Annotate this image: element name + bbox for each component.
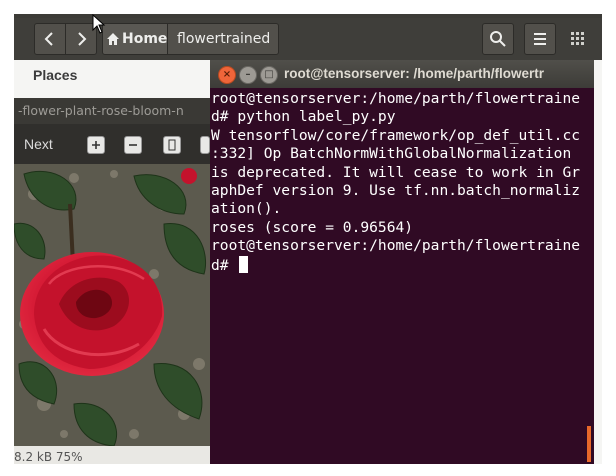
menu-button[interactable] (524, 23, 556, 55)
close-icon: × (222, 69, 232, 80)
menu-icon (534, 33, 546, 45)
back-button[interactable] (34, 23, 66, 55)
back-icon (44, 32, 53, 46)
close-button[interactable]: × (218, 66, 236, 84)
grid-icon (571, 32, 584, 45)
maximize-button[interactable]: □ (260, 66, 278, 84)
breadcrumb-folder-label: flowertrained (177, 31, 271, 47)
rotate-icon[interactable] (163, 136, 181, 154)
breadcrumb-folder[interactable]: flowertrained (167, 23, 279, 55)
image-viewer-title: -flower-plant-rose-bloom-n (18, 103, 184, 118)
zoom-in-icon[interactable] (87, 136, 105, 154)
terminal-text: root@tensorserver:/home/parth/flowertrai… (211, 90, 581, 274)
next-button[interactable]: Next (24, 136, 53, 152)
zoom-out-icon[interactable] (124, 136, 142, 154)
rose-photo (14, 164, 210, 446)
terminal-output[interactable]: root@tensorserver:/home/parth/flowertrai… (210, 88, 594, 464)
search-icon (490, 31, 506, 47)
more-tools-icon[interactable] (200, 136, 210, 154)
image-viewer-toolbar: Next (14, 124, 214, 164)
terminal-scrollbar[interactable] (587, 426, 591, 462)
minimize-button[interactable]: – (239, 66, 257, 84)
breadcrumb-home[interactable]: Home (102, 23, 168, 55)
terminal-title: root@tensorserver: /home/parth/flowertr (284, 66, 544, 81)
terminal-titlebar[interactable]: × – □ root@tensorserver: /home/parth/flo… (210, 60, 594, 88)
rose-illustration (14, 164, 210, 446)
terminal-cursor (239, 255, 249, 273)
breadcrumb-home-label: Home (122, 31, 168, 47)
image-viewer-statusbar: 8.2 kB 75% (14, 446, 210, 464)
sidebar-places-heading: Places (33, 67, 78, 83)
mouse-pointer-icon (92, 14, 106, 34)
minimize-icon: – (245, 69, 251, 80)
view-grid-button[interactable] (562, 23, 592, 53)
home-icon (107, 33, 119, 45)
maximize-icon: □ (264, 69, 274, 80)
image-viewer-titlebar[interactable]: -flower-plant-rose-bloom-n (14, 98, 214, 124)
search-button[interactable] (482, 23, 514, 55)
image-status-text: 8.2 kB 75% (14, 450, 83, 464)
